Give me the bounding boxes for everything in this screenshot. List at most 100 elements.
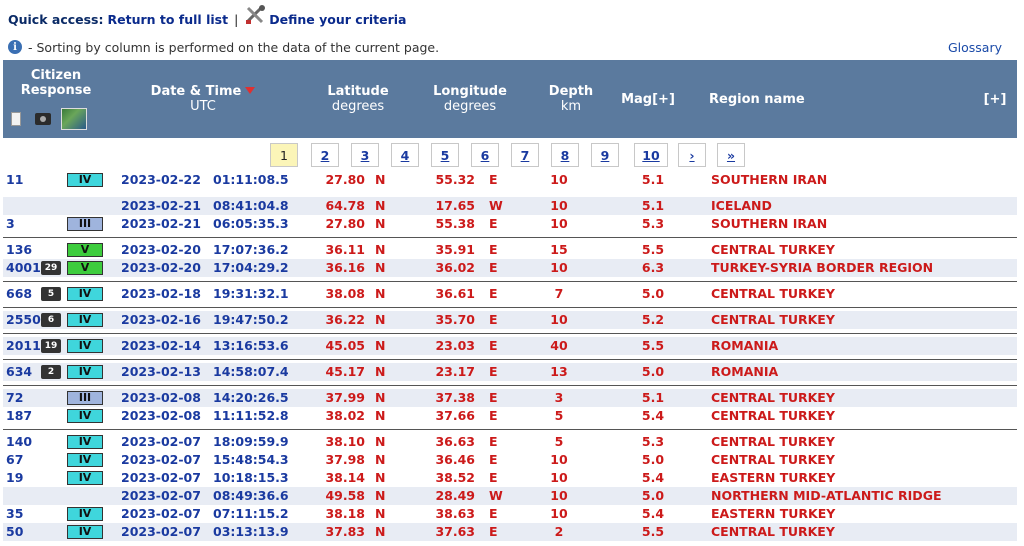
header-depth[interactable]: Depth km (541, 84, 601, 114)
header-date-time[interactable]: Date & Time UTC (143, 84, 263, 114)
citizen-count[interactable]: 4001 (6, 259, 41, 277)
page-link[interactable]: 1 (270, 143, 298, 167)
event-date[interactable]: 2023-02-07 (121, 469, 201, 487)
page-link[interactable]: 7 (511, 143, 539, 167)
table-row[interactable]: 2011 19 IV 2023-02-14 13:16:53.6 45.05 N 23.03 E… (3, 337, 1017, 355)
document-icon[interactable] (11, 112, 21, 126)
intensity-badge[interactable]: III (67, 391, 103, 405)
citizen-count[interactable]: 67 (6, 451, 23, 469)
event-date[interactable]: 2023-02-20 (121, 241, 201, 259)
camera-icon[interactable] (35, 113, 51, 125)
table-row[interactable]: 72 III 2023-02-08 14:20:26.5 37.99 N 37.38 E 3 5.… (3, 389, 1017, 407)
table-row[interactable]: 2023-02-21 08:41:04.8 64.78 N 17.65 W 10 5.1 ICE… (3, 197, 1017, 215)
table-row[interactable]: 140 IV 2023-02-07 18:09:59.9 38.10 N 36.63 E 5 5.… (3, 433, 1017, 451)
citizen-count[interactable]: 35 (6, 505, 23, 523)
event-date[interactable]: 2023-02-13 (121, 363, 201, 381)
event-time[interactable]: 13:16:53.6 (213, 337, 289, 355)
table-row[interactable]: 668 5 IV 2023-02-18 19:31:32.1 38.08 N 36.61 E 7 5… (3, 285, 1017, 303)
table-row[interactable]: 136 V 2023-02-20 17:07:36.2 36.11 N 35.91 E 15 5.… (3, 241, 1017, 259)
header-longitude[interactable]: Longitude degrees (428, 84, 512, 114)
event-time[interactable]: 17:07:36.2 (213, 241, 289, 259)
citizen-count[interactable]: 140 (6, 433, 32, 451)
intensity-badge[interactable]: IV (67, 525, 103, 539)
table-row[interactable]: 35 IV 2023-02-07 07:11:15.2 38.18 N 38.63 E 10 5.… (3, 505, 1017, 523)
event-date[interactable]: 2023-02-08 (121, 407, 201, 425)
citizen-count[interactable]: 2011 (6, 337, 41, 355)
table-row[interactable]: 11 IV 2023-02-22 01:11:08.5 27.80 N 55.32 E 10 5.… (3, 171, 1017, 189)
page-link[interactable]: 8 (551, 143, 579, 167)
photo-count-icon[interactable]: 2 (41, 365, 61, 379)
return-to-full-list-link[interactable]: Return to full list (108, 12, 229, 27)
citizen-count[interactable]: 136 (6, 241, 32, 259)
citizen-count[interactable]: 634 (6, 363, 32, 381)
event-time[interactable]: 11:11:52.8 (213, 407, 289, 425)
event-time[interactable]: 14:58:07.4 (213, 363, 289, 381)
header-magnitude[interactable]: Mag[+] (613, 92, 683, 107)
header-more-columns[interactable]: [+] (977, 92, 1013, 107)
event-date[interactable]: 2023-02-20 (121, 259, 201, 277)
page-link[interactable]: 10 (634, 143, 668, 167)
event-date[interactable]: 2023-02-21 (121, 215, 201, 233)
event-time[interactable]: 18:09:59.9 (213, 433, 289, 451)
event-time[interactable]: 06:05:35.3 (213, 215, 289, 233)
event-date[interactable]: 2023-02-22 (121, 171, 201, 189)
citizen-count[interactable]: 19 (6, 469, 23, 487)
event-time[interactable]: 19:47:50.2 (213, 311, 289, 329)
intensity-badge[interactable]: IV (67, 435, 103, 449)
event-date[interactable]: 2023-02-21 (121, 197, 201, 215)
event-date[interactable]: 2023-02-08 (121, 389, 201, 407)
citizen-count[interactable]: 668 (6, 285, 32, 303)
page-link[interactable]: » (717, 143, 745, 167)
event-date[interactable]: 2023-02-07 (121, 505, 201, 523)
intensity-badge[interactable]: III (67, 217, 103, 231)
intensity-badge[interactable]: IV (67, 507, 103, 521)
table-row[interactable]: 187 IV 2023-02-08 11:11:52.8 38.02 N 37.66 E 5 5.… (3, 407, 1017, 425)
page-link[interactable]: 2 (311, 143, 339, 167)
intensity-badge[interactable]: IV (67, 365, 103, 379)
page-link[interactable]: 9 (591, 143, 619, 167)
table-row[interactable]: 50 IV 2023-02-07 03:13:13.9 37.83 N 37.63 E 2 5.5… (3, 523, 1017, 541)
intensity-badge[interactable]: IV (67, 453, 103, 467)
event-time[interactable]: 01:11:08.5 (213, 171, 289, 189)
event-time[interactable]: 15:48:54.3 (213, 451, 289, 469)
photo-count-icon[interactable]: 29 (41, 261, 61, 275)
define-criteria-link[interactable]: Define your criteria (269, 12, 406, 27)
citizen-count[interactable]: 11 (6, 171, 23, 189)
event-time[interactable]: 07:11:15.2 (213, 505, 289, 523)
event-time[interactable]: 10:18:15.3 (213, 469, 289, 487)
intensity-badge[interactable]: IV (67, 409, 103, 423)
table-row[interactable]: 4001 29 V 2023-02-20 17:04:29.2 36.16 N 36.02 E 1… (3, 259, 1017, 277)
map-icon[interactable] (61, 108, 87, 130)
event-time[interactable]: 08:49:36.6 (213, 487, 289, 505)
intensity-badge[interactable]: V (67, 261, 103, 275)
event-date[interactable]: 2023-02-07 (121, 451, 201, 469)
header-latitude[interactable]: Latitude degrees (318, 84, 398, 114)
photo-count-icon[interactable]: 5 (41, 287, 61, 301)
table-row[interactable]: 3 III 2023-02-21 06:05:35.3 27.80 N 55.38 E 10 5.… (3, 215, 1017, 233)
citizen-count[interactable]: 3 (6, 215, 15, 233)
citizen-count[interactable]: 50 (6, 523, 23, 541)
header-region-name[interactable]: Region name (709, 92, 819, 107)
table-row[interactable]: 2023-02-07 08:49:36.6 49.58 N 28.49 W 10 5.0 NOR… (3, 487, 1017, 505)
intensity-badge[interactable]: IV (67, 313, 103, 327)
citizen-count[interactable]: 2550 (6, 311, 41, 329)
event-time[interactable]: 19:31:32.1 (213, 285, 289, 303)
event-date[interactable]: 2023-02-18 (121, 285, 201, 303)
glossary-link[interactable]: Glossary (948, 40, 1002, 55)
intensity-badge[interactable]: IV (67, 173, 103, 187)
event-date[interactable]: 2023-02-07 (121, 487, 201, 505)
event-time[interactable]: 17:04:29.2 (213, 259, 289, 277)
page-link[interactable]: 3 (351, 143, 379, 167)
photo-count-icon[interactable]: 6 (41, 313, 61, 327)
event-time[interactable]: 08:41:04.8 (213, 197, 289, 215)
event-date[interactable]: 2023-02-14 (121, 337, 201, 355)
table-row[interactable]: 67 IV 2023-02-07 15:48:54.3 37.98 N 36.46 E 10 5.… (3, 451, 1017, 469)
table-row[interactable]: 634 2 IV 2023-02-13 14:58:07.4 45.17 N 23.17 E 13… (3, 363, 1017, 381)
page-link[interactable]: 5 (431, 143, 459, 167)
event-date[interactable]: 2023-02-16 (121, 311, 201, 329)
tools-icon[interactable] (244, 5, 266, 25)
page-link[interactable]: › (678, 143, 706, 167)
intensity-badge[interactable]: V (67, 243, 103, 257)
intensity-badge[interactable]: IV (67, 471, 103, 485)
event-date[interactable]: 2023-02-07 (121, 433, 201, 451)
